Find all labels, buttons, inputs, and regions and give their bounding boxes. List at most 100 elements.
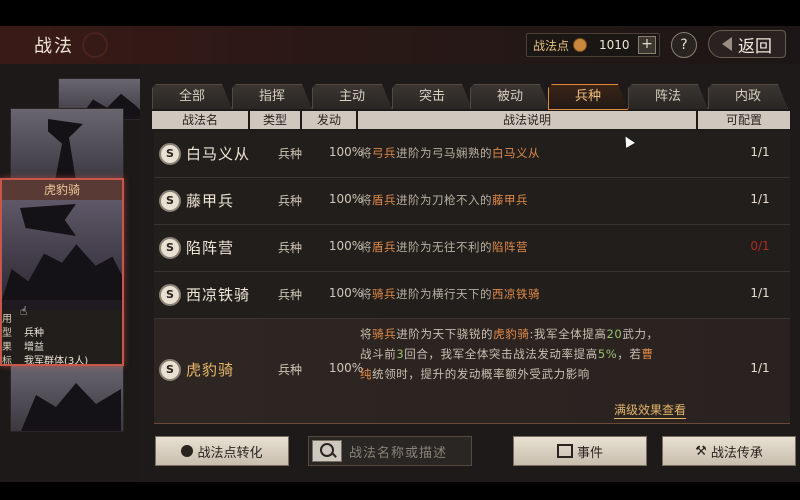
tab-all[interactable]: 全部	[152, 84, 232, 109]
desc-line: 战斗前3回合，我军全体突击战法发动率提高5%，若曹	[360, 344, 659, 364]
info-key: 用	[2, 314, 12, 325]
desc-text: 进阶为刀枪不入的	[396, 193, 492, 207]
desc-text: 将	[360, 327, 373, 341]
tactic-points-display: 战法点 1010 +	[526, 33, 660, 57]
event-button[interactable]: 事件	[513, 436, 647, 466]
back-label: 返回	[738, 36, 772, 57]
desc-text: ，若	[617, 347, 642, 361]
inherit-label: 战法传承	[710, 445, 763, 461]
tactic-name: 白马义从	[186, 145, 251, 163]
help-button[interactable]: ?	[671, 32, 697, 58]
tactic-slots: 1/1	[750, 145, 770, 159]
banner-silhouette-icon	[20, 204, 76, 236]
table-row[interactable]: S 白马义从 兵种 100% 将弓兵进阶为弓马娴熟的白马义从 1/1	[154, 131, 790, 178]
tactic-name: 陷阵营	[186, 239, 235, 257]
cavalry-artwork	[2, 200, 122, 300]
desc-text: 进阶为弓马娴熟的	[396, 146, 492, 160]
desc-text: 进阶为横行天下的	[396, 287, 492, 301]
table-row[interactable]: S 西凉铁骑 兵种 100% 将骑兵进阶为横行天下的西凉铁骑 1/1	[154, 272, 790, 319]
rank-s-badge: S	[159, 237, 181, 259]
tab-passive[interactable]: 被动	[470, 84, 550, 109]
col-header-rate[interactable]: 发动	[302, 111, 356, 129]
rank-s-badge: S	[159, 143, 181, 165]
desc-highlight: 白马义从	[492, 146, 540, 160]
desc-number: 5%	[597, 347, 618, 361]
add-points-button[interactable]: +	[638, 36, 656, 54]
search-input[interactable]: 战法名称或描述	[308, 436, 472, 466]
table-row[interactable]: S 陷阵营 兵种 100% 将盾兵进阶为无往不利的陷阵营 0/1	[154, 225, 790, 272]
tactic-card[interactable]	[10, 108, 124, 182]
selected-card-title: 虎豹骑	[2, 180, 122, 200]
desc-highlight: 盾兵	[372, 193, 396, 207]
letterbox-bottom	[0, 482, 800, 500]
back-button[interactable]: 返回	[708, 30, 786, 58]
table-row-selected[interactable]: S 虎豹骑 兵种 100% 将骑兵进阶为天下骁锐的虎豹骑:我军全体提高20武力，…	[154, 319, 790, 424]
search-icon-handle	[331, 452, 337, 458]
desc-text: 回合，我军全体突击战法发动率提高	[404, 347, 598, 361]
col-header-type[interactable]: 类型	[250, 111, 300, 129]
tab-internal-affairs[interactable]: 内政	[708, 84, 788, 109]
cavalry-silhouette-icon	[2, 244, 122, 300]
desc-highlight: 西凉铁骑	[492, 287, 540, 301]
swirl-ornament-icon	[82, 32, 108, 58]
info-value: 兵种	[24, 328, 44, 339]
tactic-card[interactable]	[10, 362, 124, 432]
tactic-slots: 1/1	[750, 286, 770, 300]
view-max-level-link[interactable]: 满级效果查看	[614, 401, 687, 419]
desc-line: 纯统领时，提升的发动概率额外受武力影响	[360, 364, 659, 384]
tab-assault[interactable]: 突击	[392, 84, 472, 109]
search-button[interactable]	[312, 440, 342, 462]
tactic-description: 将弓兵进阶为弓马娴熟的白马义从	[360, 145, 540, 161]
page-title: 战法	[34, 36, 74, 57]
info-value: 我军群体(3人)	[24, 356, 89, 366]
info-row: 标 我军群体(3人)	[2, 352, 122, 366]
hand-cursor-icon: ☝	[20, 304, 28, 318]
tactic-slots: 1/1	[750, 192, 770, 206]
tactic-description: 将盾兵进阶为刀枪不入的藤甲兵	[360, 192, 528, 208]
letterbox-top	[0, 0, 800, 26]
tab-troop-type[interactable]: 兵种	[548, 84, 628, 110]
convert-points-button[interactable]: 战法点转化	[155, 436, 289, 466]
rank-s-badge: S	[159, 284, 181, 306]
desc-text: 将	[360, 193, 372, 207]
tactic-name: 虎豹骑	[186, 361, 235, 379]
selected-tactic-card[interactable]: 虎豹骑 用 型 兵种 果 增益 标 我军群体(3人)	[0, 178, 124, 366]
event-book-icon	[556, 444, 573, 458]
desc-highlight: 曹	[641, 347, 654, 361]
info-key: 果	[2, 342, 12, 353]
col-header-name[interactable]: 战法名	[152, 111, 248, 129]
desc-text: 将	[360, 287, 372, 301]
tactic-name: 藤甲兵	[186, 192, 235, 210]
tab-formation[interactable]: 阵法	[628, 84, 708, 109]
desc-text: 武力，	[622, 327, 659, 341]
tab-command[interactable]: 指挥	[232, 84, 312, 109]
tab-active[interactable]: 主动	[312, 84, 392, 109]
col-header-slots[interactable]: 可配置	[698, 111, 790, 129]
event-label: 事件	[576, 445, 603, 461]
tactic-description: 将骑兵进阶为横行天下的西凉铁骑	[360, 286, 540, 302]
points-value: 1010	[599, 38, 630, 52]
back-arrow-icon	[722, 37, 732, 51]
info-value: 增益	[24, 342, 44, 353]
desc-number: 20	[606, 327, 623, 341]
rank-s-badge: S	[159, 190, 181, 212]
soldier-silhouette-icon	[21, 383, 121, 431]
desc-text: 进阶为天下骁锐的	[396, 327, 494, 341]
desc-highlight: 纯	[360, 367, 373, 381]
tactic-type: 兵种	[277, 241, 302, 255]
flag-bearer-silhouette-icon	[48, 119, 83, 181]
desc-line: 将骑兵进阶为天下骁锐的虎豹骑:我军全体提高20武力，	[360, 324, 659, 344]
desc-highlight: 骑兵	[372, 287, 396, 301]
table-row[interactable]: S 藤甲兵 兵种 100% 将盾兵进阶为刀枪不入的藤甲兵 1/1	[154, 178, 790, 225]
coin-icon	[573, 38, 588, 52]
desc-highlight: 盾兵	[372, 240, 396, 254]
desc-text: 统领时，提升的发动概率额外受武力影响	[372, 367, 590, 381]
tactic-slots: 0/1	[750, 239, 770, 253]
desc-highlight: 弓兵	[372, 146, 396, 160]
tactic-inherit-button[interactable]: ⚒ 战法传承	[662, 436, 796, 466]
convert-points-label: 战法点转化	[197, 445, 263, 461]
search-placeholder: 战法名称或描述	[349, 446, 448, 461]
col-header-desc: 战法说明	[358, 111, 696, 129]
hammer-icon: ⚒	[695, 443, 707, 459]
points-label: 战法点	[533, 38, 570, 53]
